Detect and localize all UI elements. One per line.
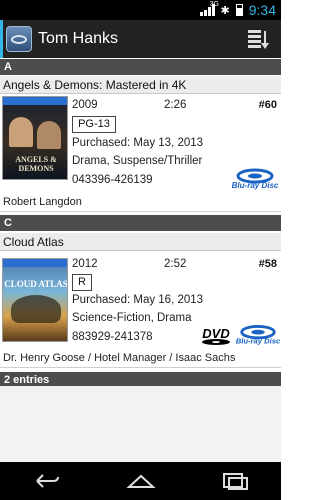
- clock: 9:34: [248, 2, 276, 18]
- movie-year: 2009: [72, 99, 98, 111]
- upc-code: 043396-426139: [72, 174, 153, 186]
- action-bar: Tom Hanks: [0, 20, 281, 58]
- accent-strip: [0, 20, 3, 58]
- collection-app-icon[interactable]: [6, 26, 32, 52]
- movie-runtime: 2:52: [164, 258, 187, 270]
- character-role: Dr. Henry Goose / Hotel Manager / Isaac …: [3, 352, 236, 364]
- movie-title: Angels & Demons: Mastered in 4K: [0, 76, 281, 94]
- upc-code: 883929-241378: [72, 331, 153, 343]
- bluray-logo-icon: Blu-ray Disc: [236, 324, 280, 346]
- section-header-c: C: [0, 215, 281, 231]
- movie-runtime: 2:26: [164, 99, 187, 111]
- dvd-logo-icon: DVD: [202, 326, 230, 345]
- movie-cover: ANGELS & DEMONS: [2, 96, 68, 180]
- page-title: Tom Hanks: [38, 30, 119, 47]
- svg-text:Blu-ray Disc: Blu-ray Disc: [236, 337, 280, 346]
- section-header-a: A: [0, 59, 281, 75]
- recent-apps-icon[interactable]: [221, 471, 249, 491]
- home-icon[interactable]: [125, 471, 156, 491]
- movie-number: #58: [258, 258, 277, 270]
- divider: [0, 367, 281, 368]
- status-bar: 3G ✱ 9:34: [0, 0, 281, 20]
- divider: [0, 211, 281, 212]
- svg-text:Blu-ray Disc: Blu-ray Disc: [232, 181, 278, 190]
- character-role: Robert Langdon: [3, 196, 82, 208]
- movie-year: 2012: [72, 258, 98, 270]
- sort-list-icon[interactable]: [247, 28, 269, 50]
- battery-icon: [235, 4, 243, 16]
- bluetooth-icon: ✱: [220, 4, 230, 17]
- network-type-label: 3G: [209, 1, 219, 8]
- movie-number: #60: [258, 99, 277, 111]
- movie-genres: Science-Fiction, Drama: [72, 312, 192, 324]
- purchase-date: Purchased: May 13, 2013: [72, 137, 204, 149]
- movie-genres: Drama, Suspense/Thriller: [72, 155, 203, 167]
- empty-list-area: [0, 386, 281, 462]
- navigation-bar: [0, 462, 281, 500]
- bluray-logo-icon: Blu-ray Disc: [232, 168, 278, 190]
- rating-badge: PG-13: [72, 116, 116, 133]
- movie-title: Cloud Atlas: [0, 233, 281, 251]
- purchase-date: Purchased: May 16, 2013: [72, 294, 204, 306]
- svg-text:DVD: DVD: [202, 326, 230, 341]
- rating-badge: R: [72, 274, 92, 291]
- back-icon[interactable]: [33, 471, 61, 491]
- movie-cover: CLOUD ATLAS: [2, 258, 68, 342]
